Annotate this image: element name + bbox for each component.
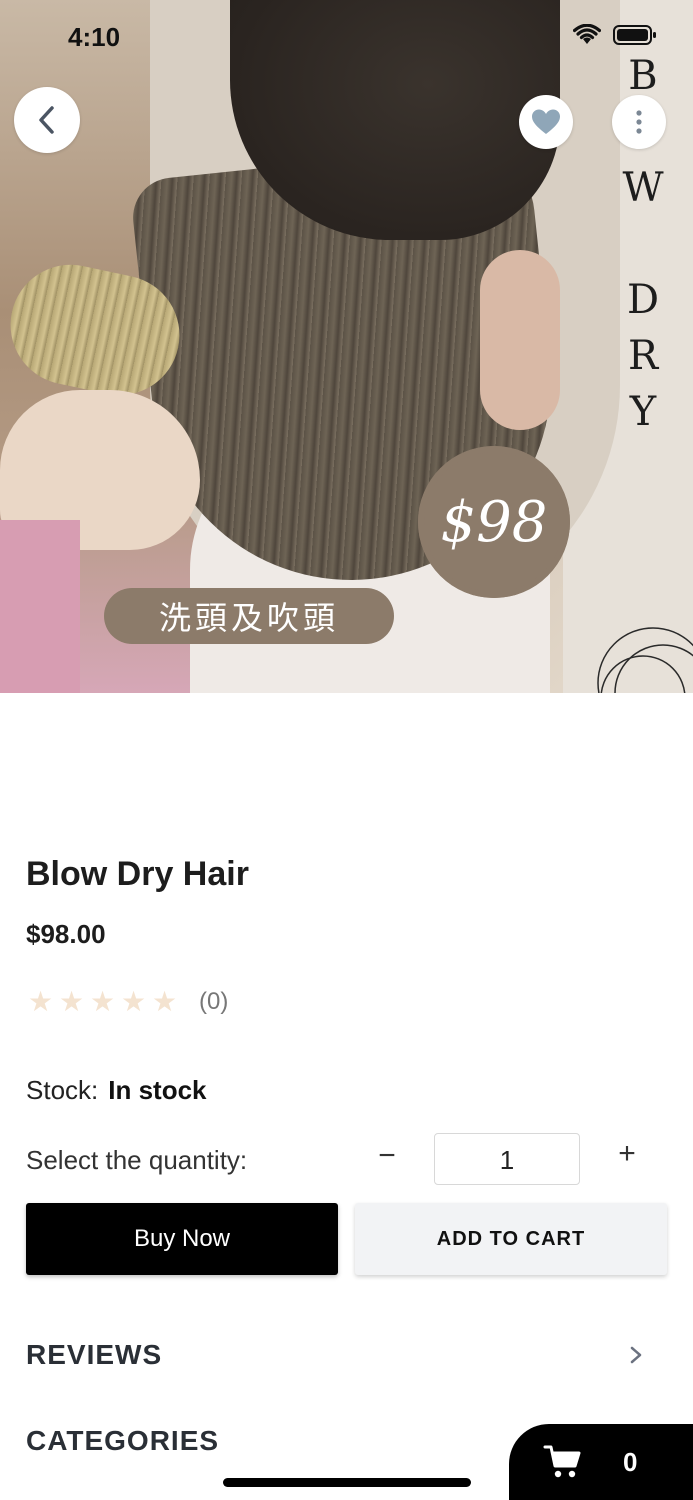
chevron-left-icon <box>39 106 54 134</box>
stock-label: Stock: <box>26 1075 99 1105</box>
vertical-letter: D <box>626 277 660 323</box>
product-details: Blow Dry Hair $98.00 ★ ★ ★ ★ ★ (0) Stock… <box>0 693 693 1500</box>
star-icon: ★ <box>151 986 178 1017</box>
image-price-badge: $98 <box>410 438 578 606</box>
back-button[interactable] <box>14 87 80 153</box>
vertical-letter: R <box>627 333 659 379</box>
quantity-increase-button[interactable]: + <box>610 1137 644 1177</box>
rating-count: (0) <box>199 987 229 1015</box>
battery-icon <box>613 24 657 46</box>
vertical-letter: W <box>622 165 664 211</box>
wifi-icon <box>573 24 601 46</box>
product-rating[interactable]: ★ ★ ★ ★ ★ (0) <box>26 985 228 1018</box>
star-icon: ★ <box>27 986 54 1017</box>
buy-now-button[interactable]: Buy Now <box>26 1203 338 1275</box>
quantity-label: Select the quantity: <box>26 1145 248 1175</box>
heart-icon <box>532 109 560 134</box>
product-title: Blow Dry Hair <box>26 855 249 893</box>
product-price: $98.00 <box>26 919 106 949</box>
reviews-title: REVIEWS <box>26 1339 163 1370</box>
cart-icon <box>543 1445 581 1478</box>
star-icon: ★ <box>89 986 116 1017</box>
image-pink-accent <box>0 520 80 693</box>
cart-count: 0 <box>623 1446 638 1477</box>
star-icon: ★ <box>120 986 147 1017</box>
vertical-letter: Y <box>629 389 657 435</box>
status-bar: 4:10 <box>0 0 693 76</box>
status-time: 4:10 <box>68 22 121 52</box>
image-circle-decoration <box>597 627 693 693</box>
categories-title: CATEGORIES <box>26 1425 220 1456</box>
stock-status: Stock: In stock <box>26 1075 207 1106</box>
floating-cart-button[interactable]: 0 <box>509 1424 693 1500</box>
star-icon: ★ <box>58 986 85 1017</box>
favorite-button[interactable] <box>519 95 573 149</box>
quantity-input[interactable]: 1 <box>434 1133 580 1185</box>
more-options-button[interactable] <box>612 95 666 149</box>
image-price-text: $98 <box>440 489 548 555</box>
chevron-right-icon <box>630 1346 642 1364</box>
reviews-section-link[interactable]: REVIEWS <box>26 1330 646 1380</box>
home-indicator <box>223 1478 471 1487</box>
quantity-selector: Select the quantity: − 1 + <box>26 1133 667 1187</box>
stock-value: In stock <box>108 1075 207 1105</box>
status-icons <box>573 24 657 46</box>
quantity-decrease-button[interactable]: − <box>370 1139 404 1179</box>
product-image: B O W D R Y $98 洗頭及吹頭 <box>0 0 693 693</box>
add-to-cart-button[interactable]: ADD TO CART <box>355 1203 667 1275</box>
image-neck <box>480 250 560 430</box>
more-vertical-icon <box>636 110 642 134</box>
image-chinese-label: 洗頭及吹頭 <box>104 588 394 644</box>
